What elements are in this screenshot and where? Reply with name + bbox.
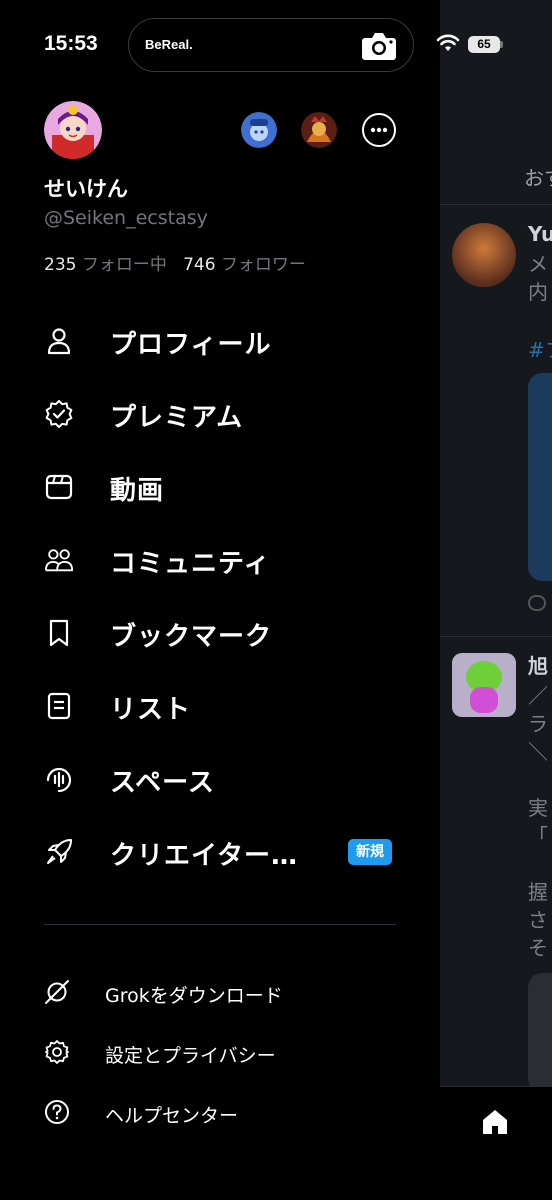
more-icon bbox=[370, 127, 388, 133]
post-text: そ bbox=[528, 936, 548, 960]
user-handle: @Seiken_ecstasy bbox=[44, 207, 208, 229]
menu-divider bbox=[44, 924, 396, 925]
timeline-post[interactable]: Yu メ 内 #フ bbox=[440, 205, 552, 635]
followers-count[interactable]: 746 bbox=[183, 255, 215, 275]
menu-item-label: 動画 bbox=[110, 476, 165, 506]
post-author: 旭 bbox=[528, 654, 548, 678]
menu-item-help-center[interactable]: ヘルプセンター bbox=[0, 1091, 440, 1135]
status-time: 15:53 bbox=[44, 32, 98, 55]
tab-for-you[interactable]: おす bbox=[524, 162, 552, 191]
menu-item-label: スペース bbox=[110, 768, 215, 798]
list-icon bbox=[47, 692, 71, 720]
home-icon[interactable] bbox=[480, 1107, 510, 1137]
post-text: さ bbox=[528, 908, 548, 932]
menu-item-lists[interactable]: リスト bbox=[0, 677, 440, 733]
menu-item-bookmarks[interactable]: ブックマーク bbox=[0, 604, 440, 660]
following-count[interactable]: 235 bbox=[44, 255, 76, 275]
verified-badge-icon bbox=[45, 400, 73, 428]
wifi-icon bbox=[436, 34, 460, 51]
display-name[interactable]: せいけん bbox=[44, 173, 128, 203]
post-text: ／ bbox=[528, 684, 548, 708]
reply-icon[interactable] bbox=[528, 595, 546, 611]
menu-item-label: プレミアム bbox=[110, 403, 244, 433]
post-media-card[interactable] bbox=[528, 373, 552, 581]
background-timeline: おす Yu メ 内 #フ 旭 ／ ラ ＼ 実 「 握 さ そ bbox=[440, 0, 552, 1200]
communities-icon bbox=[44, 549, 74, 572]
follow-stats: 235 フォロー中 746 フォロワー bbox=[44, 250, 306, 275]
menu-item-profile[interactable]: プロフィール bbox=[0, 312, 440, 368]
avatar bbox=[44, 101, 102, 159]
avatar bbox=[452, 653, 516, 717]
other-account-avatar[interactable] bbox=[301, 112, 337, 148]
dynamic-island[interactable]: BeReal. bbox=[128, 18, 414, 72]
post-text: 「 bbox=[528, 824, 548, 848]
person-icon bbox=[47, 328, 71, 355]
more-accounts-button[interactable] bbox=[362, 113, 396, 147]
menu-item-label: プロフィール bbox=[110, 330, 272, 360]
battery-tip bbox=[500, 41, 503, 48]
menu-item-communities[interactable]: コミュニティ bbox=[0, 531, 440, 587]
avatar bbox=[301, 112, 337, 148]
other-account-avatar[interactable] bbox=[241, 112, 277, 148]
menu-item-label: ヘルプセンター bbox=[105, 1105, 239, 1127]
menu-item-video[interactable]: 動画 bbox=[0, 458, 440, 514]
spaces-icon bbox=[46, 767, 72, 793]
menu-item-label: コミュニティ bbox=[110, 549, 271, 579]
post-text: 実 bbox=[528, 796, 548, 820]
video-icon bbox=[45, 474, 73, 500]
menu-item-creator-studio[interactable]: クリエイター… 新規 bbox=[0, 823, 440, 879]
menu-item-label: リスト bbox=[110, 695, 192, 725]
followers-label[interactable]: フォロワー bbox=[221, 255, 306, 275]
profile-avatar[interactable] bbox=[44, 101, 102, 159]
bottom-tab-bar bbox=[440, 1086, 552, 1200]
rocket-icon bbox=[47, 839, 72, 864]
menu-item-spaces[interactable]: スペース bbox=[0, 750, 440, 806]
post-author: Yu bbox=[528, 222, 552, 246]
bookmark-icon bbox=[49, 619, 69, 647]
post-text: メ bbox=[528, 252, 548, 276]
menu-item-settings[interactable]: 設定とプライバシー bbox=[0, 1031, 440, 1075]
avatar bbox=[452, 223, 516, 287]
new-badge: 新規 bbox=[348, 839, 392, 865]
battery-indicator: 65 bbox=[468, 36, 500, 53]
post-text: 内 bbox=[528, 280, 548, 304]
post-text: 握 bbox=[528, 880, 548, 904]
menu-item-label: 設定とプライバシー bbox=[105, 1045, 276, 1067]
avatar bbox=[241, 112, 277, 148]
post-text: ＼ bbox=[528, 740, 548, 764]
gear-icon bbox=[45, 1040, 69, 1064]
menu-item-premium[interactable]: プレミアム bbox=[0, 385, 440, 441]
camera-icon[interactable] bbox=[361, 30, 397, 62]
menu-item-grok-download[interactable]: Grokをダウンロード bbox=[0, 971, 440, 1015]
grok-icon bbox=[45, 980, 69, 1004]
timeline-post[interactable]: 旭 ／ ラ ＼ 実 「 握 さ そ bbox=[440, 637, 552, 1093]
help-icon bbox=[45, 1100, 69, 1124]
bereal-label: BeReal. bbox=[145, 37, 193, 52]
post-media-card[interactable] bbox=[528, 973, 552, 1093]
timeline-tab-bar: おす bbox=[440, 150, 552, 205]
post-text: ラ bbox=[528, 712, 548, 736]
menu-item-label: クリエイター… bbox=[110, 841, 298, 871]
following-label[interactable]: フォロー中 bbox=[82, 255, 167, 275]
menu-item-label: ブックマーク bbox=[110, 622, 273, 652]
post-hashtag[interactable]: #フ bbox=[528, 335, 552, 365]
menu-item-label: Grokをダウンロード bbox=[105, 985, 283, 1007]
